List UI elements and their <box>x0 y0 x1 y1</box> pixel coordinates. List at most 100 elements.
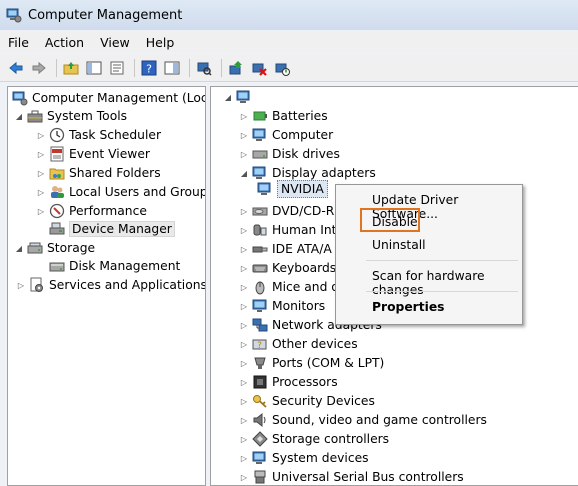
collapse-triangle-icon[interactable]: ◢ <box>14 111 24 121</box>
device-category-mice[interactable]: ▷ Mice and o <box>239 278 339 296</box>
device-category-monitors[interactable]: ▷ Monitors <box>239 297 325 315</box>
expand-triangle-icon[interactable]: ▷ <box>239 358 249 368</box>
uninstall-icon[interactable] <box>249 58 269 78</box>
collapse-triangle-icon[interactable]: ◢ <box>14 243 24 253</box>
hid-icon <box>253 224 267 236</box>
menu-item-disable[interactable]: Disable <box>372 215 418 229</box>
device-category-security-devices[interactable]: ▷ Security Devices <box>239 392 375 410</box>
device-category-ports[interactable]: ▷ Ports (COM & LPT) <box>239 354 384 372</box>
help-icon[interactable]: ? <box>139 58 159 78</box>
expand-triangle-icon[interactable]: ▷ <box>239 244 249 254</box>
usb-icon <box>254 470 266 484</box>
expand-triangle-icon[interactable]: ▷ <box>36 130 46 140</box>
device-category-batteries[interactable]: ▷ Batteries <box>239 107 328 125</box>
collapse-triangle-icon[interactable]: ◢ <box>223 92 233 102</box>
expand-triangle-icon[interactable]: ▷ <box>239 415 249 425</box>
back-arrow-icon[interactable] <box>6 58 26 78</box>
device-category-system-devices[interactable]: ▷ System devices <box>239 449 369 467</box>
device-category-dvd-cd-rom[interactable]: ▷ DVD/CD-R <box>239 202 334 220</box>
expand-triangle-icon[interactable]: ▷ <box>239 225 249 235</box>
navigation-tree-pane[interactable]: Computer Management (Local ◢ System Tool… <box>7 86 206 486</box>
enable-device-icon[interactable] <box>272 58 292 78</box>
expand-triangle-icon[interactable]: ▷ <box>239 206 249 216</box>
device-category-sound-video[interactable]: ▷ Sound, video and game controllers <box>239 411 487 429</box>
expand-triangle-icon[interactable]: ▷ <box>239 320 249 330</box>
menu-item-properties[interactable]: Properties <box>372 300 444 314</box>
expand-triangle-icon[interactable]: ▷ <box>36 206 46 216</box>
event-viewer-icon <box>50 146 64 162</box>
title-bar: Computer Management <box>0 0 578 30</box>
tree-item-performance[interactable]: ▷ Performance <box>36 202 147 220</box>
tree-item-task-scheduler[interactable]: ▷ Task Scheduler <box>36 126 161 144</box>
forward-arrow-icon[interactable] <box>29 58 49 78</box>
expand-triangle-icon[interactable]: ▷ <box>36 187 46 197</box>
tree-item-computer-management[interactable]: Computer Management (Local <box>12 89 205 107</box>
expand-triangle-icon[interactable]: ▷ <box>239 149 249 159</box>
expand-triangle-icon[interactable]: ▷ <box>239 282 249 292</box>
device-category-storage-controllers[interactable]: ▷ Storage controllers <box>239 430 389 448</box>
tree-item-disk-management[interactable]: Disk Management <box>49 257 180 275</box>
expand-triangle-icon[interactable]: ▷ <box>16 280 26 290</box>
menu-item-uninstall[interactable]: Uninstall <box>372 238 426 252</box>
keyboard-icon <box>252 264 268 273</box>
disk-drive-icon <box>252 150 268 159</box>
users-icon <box>51 186 64 198</box>
toolbar-separator <box>189 58 190 77</box>
device-manager-icon <box>49 222 65 235</box>
device-nvidia-adapter[interactable]: NVIDIA <box>257 180 328 198</box>
device-category-computer[interactable]: ▷ Computer <box>239 126 333 144</box>
performance-icon <box>49 203 65 219</box>
ide-controller-icon <box>252 246 268 253</box>
window-title: Computer Management <box>28 7 183 23</box>
expand-triangle-icon[interactable]: ▷ <box>239 377 249 387</box>
scan-hardware-icon[interactable] <box>194 58 214 78</box>
menu-action[interactable]: Action <box>37 35 92 50</box>
expand-triangle-icon[interactable]: ▷ <box>239 396 249 406</box>
console-icon[interactable] <box>162 58 182 78</box>
device-category-disk-drives[interactable]: ▷ Disk drives <box>239 145 340 163</box>
expand-triangle-icon[interactable]: ▷ <box>239 434 249 444</box>
toolbar-separator <box>221 58 222 77</box>
menu-file[interactable]: File <box>0 35 37 50</box>
toolbar: ? <box>0 54 578 82</box>
tree-item-services-and-applications[interactable]: ▷ Services and Applications <box>16 276 205 294</box>
tree-item-event-viewer[interactable]: ▷ Event Viewer <box>36 145 150 163</box>
expand-triangle-icon[interactable]: ▷ <box>239 263 249 273</box>
expand-triangle-icon[interactable]: ▷ <box>239 301 249 311</box>
show-tree-icon[interactable] <box>84 58 104 78</box>
svg-text:?: ? <box>146 62 152 75</box>
collapse-triangle-icon[interactable]: ◢ <box>239 168 249 178</box>
toolbox-icon <box>27 110 43 123</box>
expand-triangle-icon[interactable]: ▷ <box>36 168 46 178</box>
display-adapter-icon <box>252 166 266 179</box>
tree-item-storage[interactable]: ◢ Storage <box>14 239 95 257</box>
device-category-other-devices[interactable]: ▷ ? Other devices <box>239 335 358 353</box>
tree-item-shared-folders[interactable]: ▷ Shared Folders <box>36 164 161 182</box>
tree-item-device-manager[interactable]: Device Manager <box>49 220 175 238</box>
menu-item-scan-hardware[interactable]: Scan for hardware changes <box>372 269 522 297</box>
expand-triangle-icon[interactable]: ▷ <box>239 339 249 349</box>
dvd-drive-icon <box>252 207 268 216</box>
tree-item-system-tools[interactable]: ◢ System Tools <box>14 107 127 125</box>
expand-triangle-icon[interactable]: ▷ <box>239 130 249 140</box>
monitor-icon <box>252 299 267 312</box>
expand-triangle-icon[interactable]: ▷ <box>239 453 249 463</box>
tree-item-local-users-and-groups[interactable]: ▷ Local Users and Groups <box>36 183 205 201</box>
device-category-keyboards[interactable]: ▷ Keyboards <box>239 259 336 277</box>
properties-icon[interactable] <box>107 58 127 78</box>
computer-icon <box>236 90 250 103</box>
toolbar-separator <box>56 58 57 77</box>
menu-help[interactable]: Help <box>138 35 183 50</box>
update-driver-icon[interactable] <box>226 58 246 78</box>
folder-up-icon[interactable] <box>61 58 81 78</box>
device-category-ide-ata[interactable]: ▷ IDE ATA/A <box>239 240 332 258</box>
expand-triangle-icon[interactable]: ▷ <box>36 149 46 159</box>
device-tree-root[interactable]: ◢ <box>223 88 256 106</box>
device-category-processors[interactable]: ▷ Processors <box>239 373 338 391</box>
expand-triangle-icon[interactable]: ▷ <box>239 472 249 482</box>
device-category-usb-controllers[interactable]: ▷ Universal Serial Bus controllers <box>239 468 464 485</box>
menu-view[interactable]: View <box>92 35 138 50</box>
device-category-human-interface[interactable]: ▷ Human Int <box>239 221 337 239</box>
expand-triangle-icon[interactable]: ▷ <box>239 111 249 121</box>
system-device-icon <box>252 451 266 464</box>
